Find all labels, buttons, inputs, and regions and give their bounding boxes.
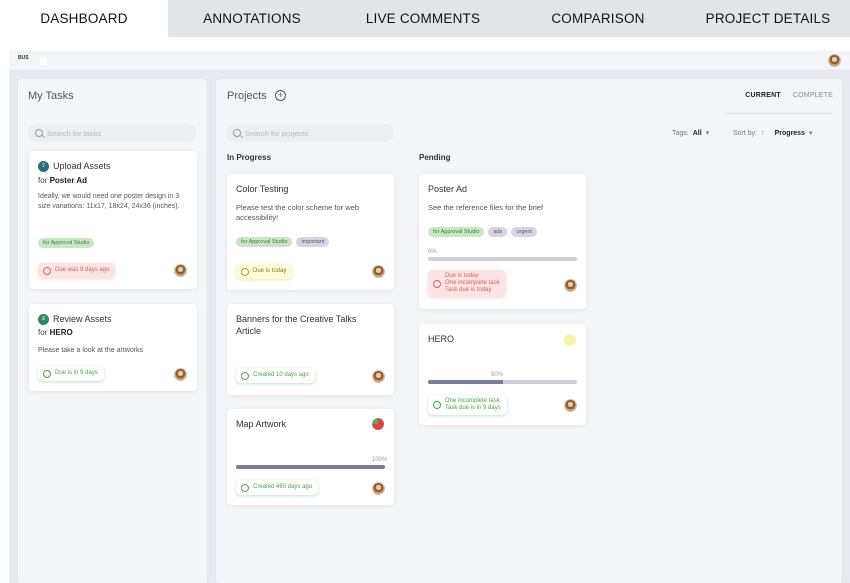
sort-filter[interactable]: Sort by: ↑ Progress ▾ xyxy=(733,129,813,138)
search-icon xyxy=(233,129,241,137)
assignee-avatar[interactable] xyxy=(372,265,385,278)
alert-icon xyxy=(43,266,51,275)
tab-complete[interactable]: COMPLETE xyxy=(793,92,833,99)
tag[interactable]: urgent xyxy=(511,227,537,237)
project-tags: for Approval Studio ads urgent xyxy=(428,227,537,237)
progress-bar xyxy=(236,465,385,469)
app-frame: BUS My Tasks ⇪ Upload Assets for Poster … xyxy=(9,51,850,583)
assignee-avatar[interactable] xyxy=(564,279,577,292)
status-badge: Due is in 9 days xyxy=(38,366,104,381)
tag[interactable]: for Approval Studio xyxy=(428,227,485,237)
project-color-icon xyxy=(564,334,576,346)
clock-icon xyxy=(43,369,51,378)
tab-dashboard[interactable]: DASHBOARD xyxy=(0,0,168,37)
status-badge: Created 460 days ago xyxy=(236,480,319,495)
task-card-upload-assets[interactable]: ⇪ Upload Assets for Poster Ad Ideally, w… xyxy=(29,151,197,289)
task-title: Review Assets xyxy=(53,314,112,324)
my-tasks-title: My Tasks xyxy=(28,90,74,102)
check-icon xyxy=(433,401,441,409)
task-description: Please take a look at the artworks xyxy=(38,347,144,354)
upload-icon: ⇪ xyxy=(38,161,49,172)
my-tasks-panel: My Tasks ⇪ Upload Assets for Poster Ad I… xyxy=(18,79,207,583)
projects-title: Projects xyxy=(227,90,267,102)
status-badge: One incomplete task Task due is in 9 day… xyxy=(428,395,507,415)
progress-fill xyxy=(236,465,385,469)
status-badge: Due is today xyxy=(236,264,293,279)
task-card-review-assets[interactable]: ≡ Review Assets for HERO Please take a l… xyxy=(29,304,197,391)
task-search-input[interactable] xyxy=(47,128,177,138)
app-logo[interactable]: BUS xyxy=(18,55,30,67)
tab-comparison[interactable]: COMPARISON xyxy=(510,0,686,37)
progress-bar xyxy=(428,257,577,261)
project-card-hero[interactable]: HERO 50% One incomplete task Task due is… xyxy=(419,324,586,425)
tag[interactable]: for Approval Studio xyxy=(38,238,95,248)
project-card-color-testing[interactable]: Color Testing Please test the color sche… xyxy=(227,174,394,290)
add-project-icon[interactable]: + xyxy=(275,90,286,101)
tag[interactable]: for Approval Studio xyxy=(236,237,293,247)
tab-project-details[interactable]: PROJECT DETAILS xyxy=(686,0,850,37)
column-in-progress: In Progress xyxy=(227,153,272,162)
status-badge: Created 10 days ago xyxy=(236,368,315,383)
assignee-avatar[interactable] xyxy=(372,482,385,495)
task-for: for Poster Ad xyxy=(38,176,88,185)
task-title: Upload Assets xyxy=(53,161,111,171)
projects-panel: Projects + CURRENT COMPLETE Tags: All▾ S… xyxy=(216,79,842,583)
alert-icon xyxy=(433,279,441,288)
task-description: Ideally, we would need one poster design… xyxy=(38,193,180,210)
tab-annotations[interactable]: ANNOTATIONS xyxy=(168,0,336,37)
assignee-avatar[interactable] xyxy=(372,370,385,383)
progress-bar xyxy=(428,380,577,384)
chevron-down-icon: ▾ xyxy=(808,130,813,137)
task-search[interactable] xyxy=(28,124,196,142)
top-nav: DASHBOARD ANNOTATIONS LIVE COMMENTS COMP… xyxy=(0,0,850,37)
task-for: for HERO xyxy=(38,328,73,337)
status-badge: Due is today One incomplete task Task du… xyxy=(428,270,506,297)
app-header: BUS xyxy=(9,51,850,71)
project-card-banners[interactable]: Banners for the Creative Talks Article C… xyxy=(227,304,394,395)
sort-arrow-icon[interactable]: ↑ xyxy=(761,130,765,137)
project-search[interactable] xyxy=(226,124,394,142)
column-pending: Pending xyxy=(419,153,451,162)
history-icon xyxy=(241,371,249,380)
project-subtabs: CURRENT COMPLETE xyxy=(745,92,833,99)
history-icon xyxy=(241,483,249,492)
tag[interactable]: important xyxy=(296,237,330,247)
task-tags: for Approval Studio xyxy=(38,238,95,248)
user-avatar[interactable] xyxy=(828,54,841,67)
tag[interactable]: ads xyxy=(488,227,508,237)
home-icon[interactable] xyxy=(40,58,47,65)
alert-icon xyxy=(241,267,249,276)
status-badge: Due was 9 days ago xyxy=(38,263,116,278)
subtab-divider xyxy=(726,113,832,114)
assignee-avatar[interactable] xyxy=(174,368,187,381)
tab-live-comments[interactable]: LIVE COMMENTS xyxy=(336,0,510,37)
project-title: Poster Ad xyxy=(428,184,468,194)
progress-label: 50% xyxy=(491,372,504,378)
project-search-input[interactable] xyxy=(245,128,375,138)
progress-label: 100% xyxy=(372,457,388,463)
progress-fill xyxy=(428,380,503,384)
search-icon xyxy=(35,129,43,137)
project-title: Map Artwork xyxy=(236,419,287,429)
color-wheel-icon xyxy=(372,418,384,430)
chevron-down-icon: ▾ xyxy=(705,130,710,137)
project-description: See the reference files for the brief xyxy=(428,203,544,212)
assignee-avatar[interactable] xyxy=(174,264,187,277)
project-description: Please test the color scheme for web acc… xyxy=(236,203,359,222)
tags-filter[interactable]: Tags: All ▾ xyxy=(672,129,710,138)
project-title: Banners for the Creative Talks Article xyxy=(236,314,357,336)
project-title: Color Testing xyxy=(236,184,289,194)
review-icon: ≡ xyxy=(38,314,49,325)
project-card-poster-ad[interactable]: Poster Ad See the reference files for th… xyxy=(419,174,586,309)
project-tags: for Approval Studio important xyxy=(236,237,330,247)
assignee-avatar[interactable] xyxy=(564,399,577,412)
tab-current[interactable]: CURRENT xyxy=(745,92,781,99)
project-card-map-artwork[interactable]: Map Artwork 100% Created 460 days ago xyxy=(227,409,394,505)
project-title: HERO xyxy=(428,334,455,344)
progress-label: 0% xyxy=(428,249,437,255)
